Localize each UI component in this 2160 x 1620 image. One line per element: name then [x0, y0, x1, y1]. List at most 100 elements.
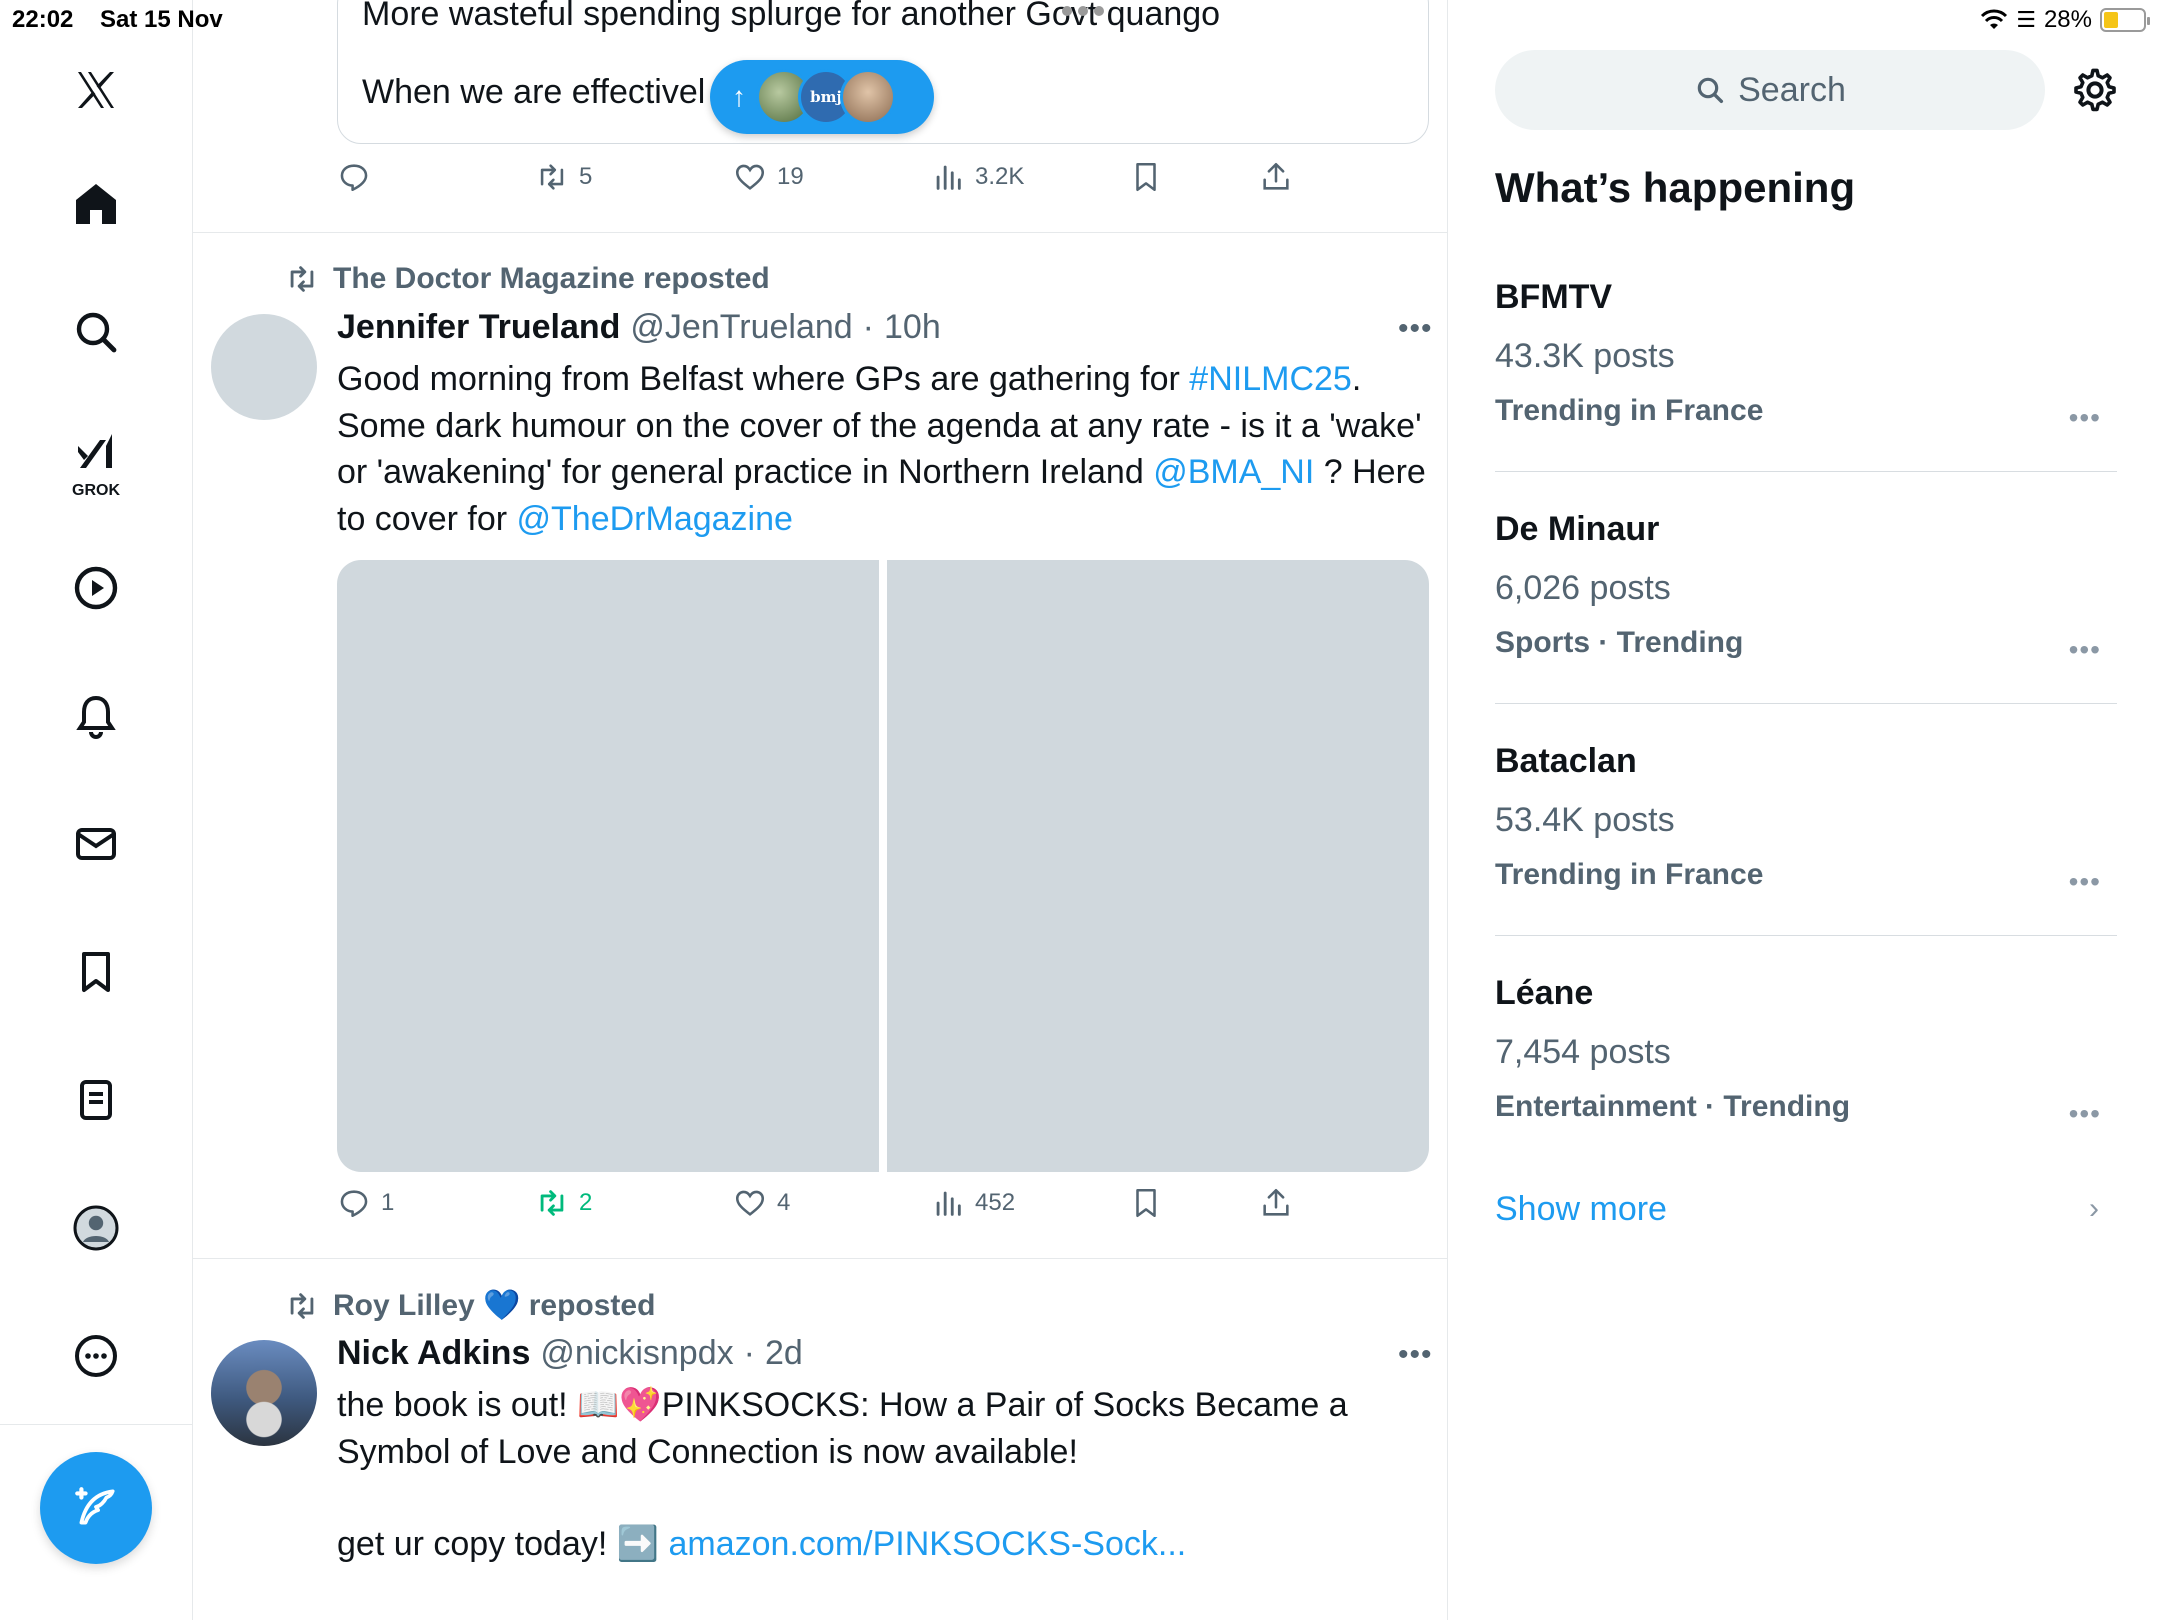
media-image[interactable]	[337, 560, 879, 1172]
share-icon	[1263, 1188, 1289, 1216]
bookmark-button[interactable]	[1129, 160, 1163, 194]
author-name[interactable]: Nick Adkins	[337, 1334, 530, 1373]
status-date: Sat 15 Nov	[100, 6, 223, 33]
trend-item[interactable]: De Minaur 6,026 posts Sports · Trending …	[1495, 510, 2115, 670]
status-time: 22:02	[12, 6, 74, 33]
bmj-avatar-label: bmj	[810, 88, 842, 106]
trend-meta: Trending in France	[1495, 394, 1764, 427]
trend-item[interactable]: BFMTV 43.3K posts Trending in France •••	[1495, 278, 2115, 438]
like-button[interactable]: 19	[733, 160, 804, 194]
search-input[interactable]: Search	[1495, 50, 2045, 130]
grok-icon[interactable]: GROK	[56, 418, 136, 504]
notifications-bell-icon[interactable]	[56, 676, 136, 756]
trend-count: 43.3K posts	[1495, 337, 1675, 375]
post-text: the book is out! 📖💖PINKSOCKS: How a Pair…	[337, 1382, 1432, 1568]
show-more-link[interactable]: Show more	[1495, 1190, 1667, 1229]
trend-item[interactable]: Bataclan 53.4K posts Trending in France …	[1495, 742, 2115, 902]
repost-label: Roy Lilley 💙 reposted	[333, 1289, 656, 1322]
hashtag-link[interactable]: #NILMC25	[1189, 360, 1352, 398]
share-button[interactable]	[1259, 160, 1293, 194]
trend-name: De Minaur	[1495, 510, 1660, 548]
compose-post-button[interactable]	[40, 1452, 152, 1564]
battery-icon	[2100, 8, 2150, 32]
trend-item[interactable]: Léane 7,454 posts Entertainment · Trendi…	[1495, 974, 2115, 1134]
trend-more-icon[interactable]: •••	[2069, 1098, 2101, 1130]
messages-mail-icon[interactable]	[56, 804, 136, 884]
post-time[interactable]: 2d	[765, 1334, 803, 1373]
media-image[interactable]	[887, 560, 1429, 1172]
views-button[interactable]: 3.2K	[931, 160, 1024, 194]
bookmark-button[interactable]	[1129, 1186, 1163, 1220]
like-count: 4	[777, 1189, 791, 1216]
text-segment: get ur copy today! ➡️	[337, 1525, 669, 1563]
quoted-post-text-line2: When we are effectivel	[362, 73, 706, 111]
repost-button[interactable]: 2	[535, 1186, 592, 1220]
right-sidebar: Search What’s happening BFMTV 43.3K post…	[1449, 0, 2160, 1620]
views-button[interactable]: 452	[931, 1186, 1015, 1220]
share-button[interactable]	[1259, 1186, 1293, 1220]
bookmarks-icon[interactable]	[56, 932, 136, 1012]
more-options-icon[interactable]	[56, 1316, 136, 1396]
author-handle[interactable]: @nickisnpdx	[540, 1334, 733, 1373]
like-count: 19	[777, 163, 804, 190]
post-header: Nick Adkins @nickisnpdx · 2d	[337, 1334, 803, 1373]
trend-divider	[1495, 935, 2117, 936]
post-media[interactable]	[337, 560, 1429, 1172]
reply-button[interactable]	[337, 160, 381, 194]
wifi-icon	[1981, 9, 2008, 29]
post-divider	[193, 232, 1447, 233]
new-posts-avatars: bmj	[756, 69, 896, 125]
trend-more-icon[interactable]: •••	[2069, 866, 2101, 898]
trend-meta: Entertainment · Trending	[1495, 1090, 1851, 1123]
profile-avatar-icon[interactable]	[56, 1188, 136, 1268]
author-name[interactable]: Jennifer Trueland	[337, 308, 620, 347]
trend-name: BFMTV	[1495, 278, 1613, 316]
chevron-right-icon[interactable]: ›	[2089, 1192, 2099, 1226]
trend-more-icon[interactable]: •••	[2069, 402, 2101, 434]
share-icon	[1263, 162, 1289, 190]
post-more-icon[interactable]: •••	[1398, 312, 1433, 346]
trend-count: 6,026 posts	[1495, 569, 1671, 607]
reply-button[interactable]: 1	[337, 1186, 394, 1220]
home-icon[interactable]	[56, 164, 136, 244]
new-posts-pill[interactable]: ↑ bmj	[710, 60, 934, 134]
post-divider	[193, 1258, 1447, 1259]
post-text: Good morning from Belfast where GPs are …	[337, 356, 1432, 542]
avatar[interactable]	[211, 314, 317, 420]
repost-count: 5	[579, 163, 593, 190]
x-logo-icon[interactable]	[56, 50, 136, 130]
repost-button[interactable]: 5	[535, 160, 592, 194]
trend-name: Bataclan	[1495, 742, 1637, 780]
trend-more-icon[interactable]: •••	[2069, 634, 2101, 666]
multitasking-dots-icon[interactable]	[1062, 6, 1104, 16]
like-button[interactable]: 4	[733, 1186, 790, 1220]
post-time[interactable]: 10h	[884, 308, 941, 347]
video-play-icon[interactable]	[56, 548, 136, 628]
avatar[interactable]	[211, 1340, 317, 1446]
trend-meta: Sports · Trending	[1495, 626, 1744, 659]
list-icon: ☰	[2016, 7, 2036, 32]
text-paragraph: get ur copy today! ➡️ amazon.com/PINKSOC…	[337, 1521, 1432, 1568]
settings-gear-icon[interactable]	[2071, 66, 2119, 114]
reply-icon	[340, 1190, 368, 1218]
bookmark-icon	[1136, 1188, 1156, 1218]
search-icon[interactable]	[56, 292, 136, 372]
repost-icon	[540, 1190, 564, 1216]
views-count: 3.2K	[975, 163, 1025, 190]
heart-icon	[735, 164, 765, 190]
trend-meta: Trending in France	[1495, 858, 1764, 891]
whats-happening-title: What’s happening	[1495, 164, 1856, 211]
external-link[interactable]: amazon.com/PINKSOCKS-Sock...	[669, 1525, 1187, 1563]
avatar	[840, 69, 896, 125]
mention-link[interactable]: @TheDrMagazine	[517, 500, 793, 538]
grok-label: GROK	[72, 482, 120, 499]
post-more-icon[interactable]: •••	[1398, 1338, 1433, 1372]
author-handle[interactable]: @JenTrueland	[630, 308, 852, 347]
lists-icon[interactable]	[56, 1060, 136, 1140]
post-action-bar: 5 19 3.2K	[337, 160, 1337, 210]
status-right: ☰ 28%	[1980, 6, 2150, 34]
trend-count: 53.4K posts	[1495, 801, 1675, 839]
repost-context: The Doctor Magazine reposted	[285, 262, 770, 296]
text-segment: Good morning from Belfast where GPs are …	[337, 360, 1190, 398]
mention-link[interactable]: @BMA_NI	[1153, 453, 1314, 491]
